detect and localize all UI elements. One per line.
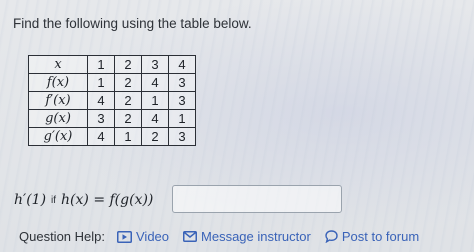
answer-input[interactable] [172,185,342,213]
video-link-label: Video [136,229,170,244]
function-table: x 1 2 3 4 f(x) 1 2 4 3 f′(x) 4 2 1 3 g(x… [28,55,196,146]
table-cell: 2 [114,73,142,92]
row-label: g′(x) [28,127,88,146]
table-row-x: x 1 2 3 4 [28,55,196,74]
table-row-f-prime: f′(x) 4 2 1 3 [28,91,196,110]
table-cell: 4 [141,109,169,128]
table-cell: 2 [114,91,142,110]
question-line: h′(1) if h(x) = f(g(x)) [14,185,153,215]
table-cell: 4 [87,91,115,110]
table-row-f: f(x) 1 2 4 3 [28,73,196,92]
table-cell: 1 [114,127,142,146]
envelope-icon [183,231,198,242]
table-row-g-prime: g′(x) 4 1 2 3 [28,127,196,146]
table-cell: 4 [141,73,169,92]
if-word: if [51,194,57,206]
video-icon [117,230,132,243]
table-cell: 3 [168,91,196,110]
table-cell: 1 [168,109,196,128]
question-prompt: Find the following using the table below… [13,16,252,31]
table-cell: 2 [141,127,169,146]
speech-bubble-icon [325,230,338,243]
row-label: f′(x) [28,91,88,110]
table-cell: 1 [141,91,169,110]
table-cell: 1 [87,73,115,92]
message-instructor-link[interactable]: Message instructor [183,229,311,244]
post-to-forum-link[interactable]: Post to forum [325,229,419,244]
table-cell: 2 [114,55,142,74]
message-instructor-label: Message instructor [201,229,311,244]
table-cell: 3 [168,73,196,92]
post-to-forum-label: Post to forum [341,229,420,244]
table-cell: 2 [114,109,142,128]
table-cell: 4 [168,55,196,74]
table-cell: 4 [87,127,115,146]
question-lhs: h′(1) [14,192,47,208]
table-cell: 3 [168,127,196,146]
row-label: x [28,55,88,74]
question-help-bar: Question Help: Video Message instructor … [19,229,433,244]
table-cell: 3 [141,55,169,74]
table-cell: 3 [87,109,115,128]
question-help-label: Question Help: [19,229,105,244]
row-label: g(x) [28,109,88,128]
question-definition: h(x) = f(g(x)) [61,192,154,208]
table-row-g: g(x) 3 2 4 1 [28,109,196,128]
table-cell: 1 [87,55,115,74]
video-link[interactable]: Video [117,229,169,244]
row-label: f(x) [28,73,88,92]
